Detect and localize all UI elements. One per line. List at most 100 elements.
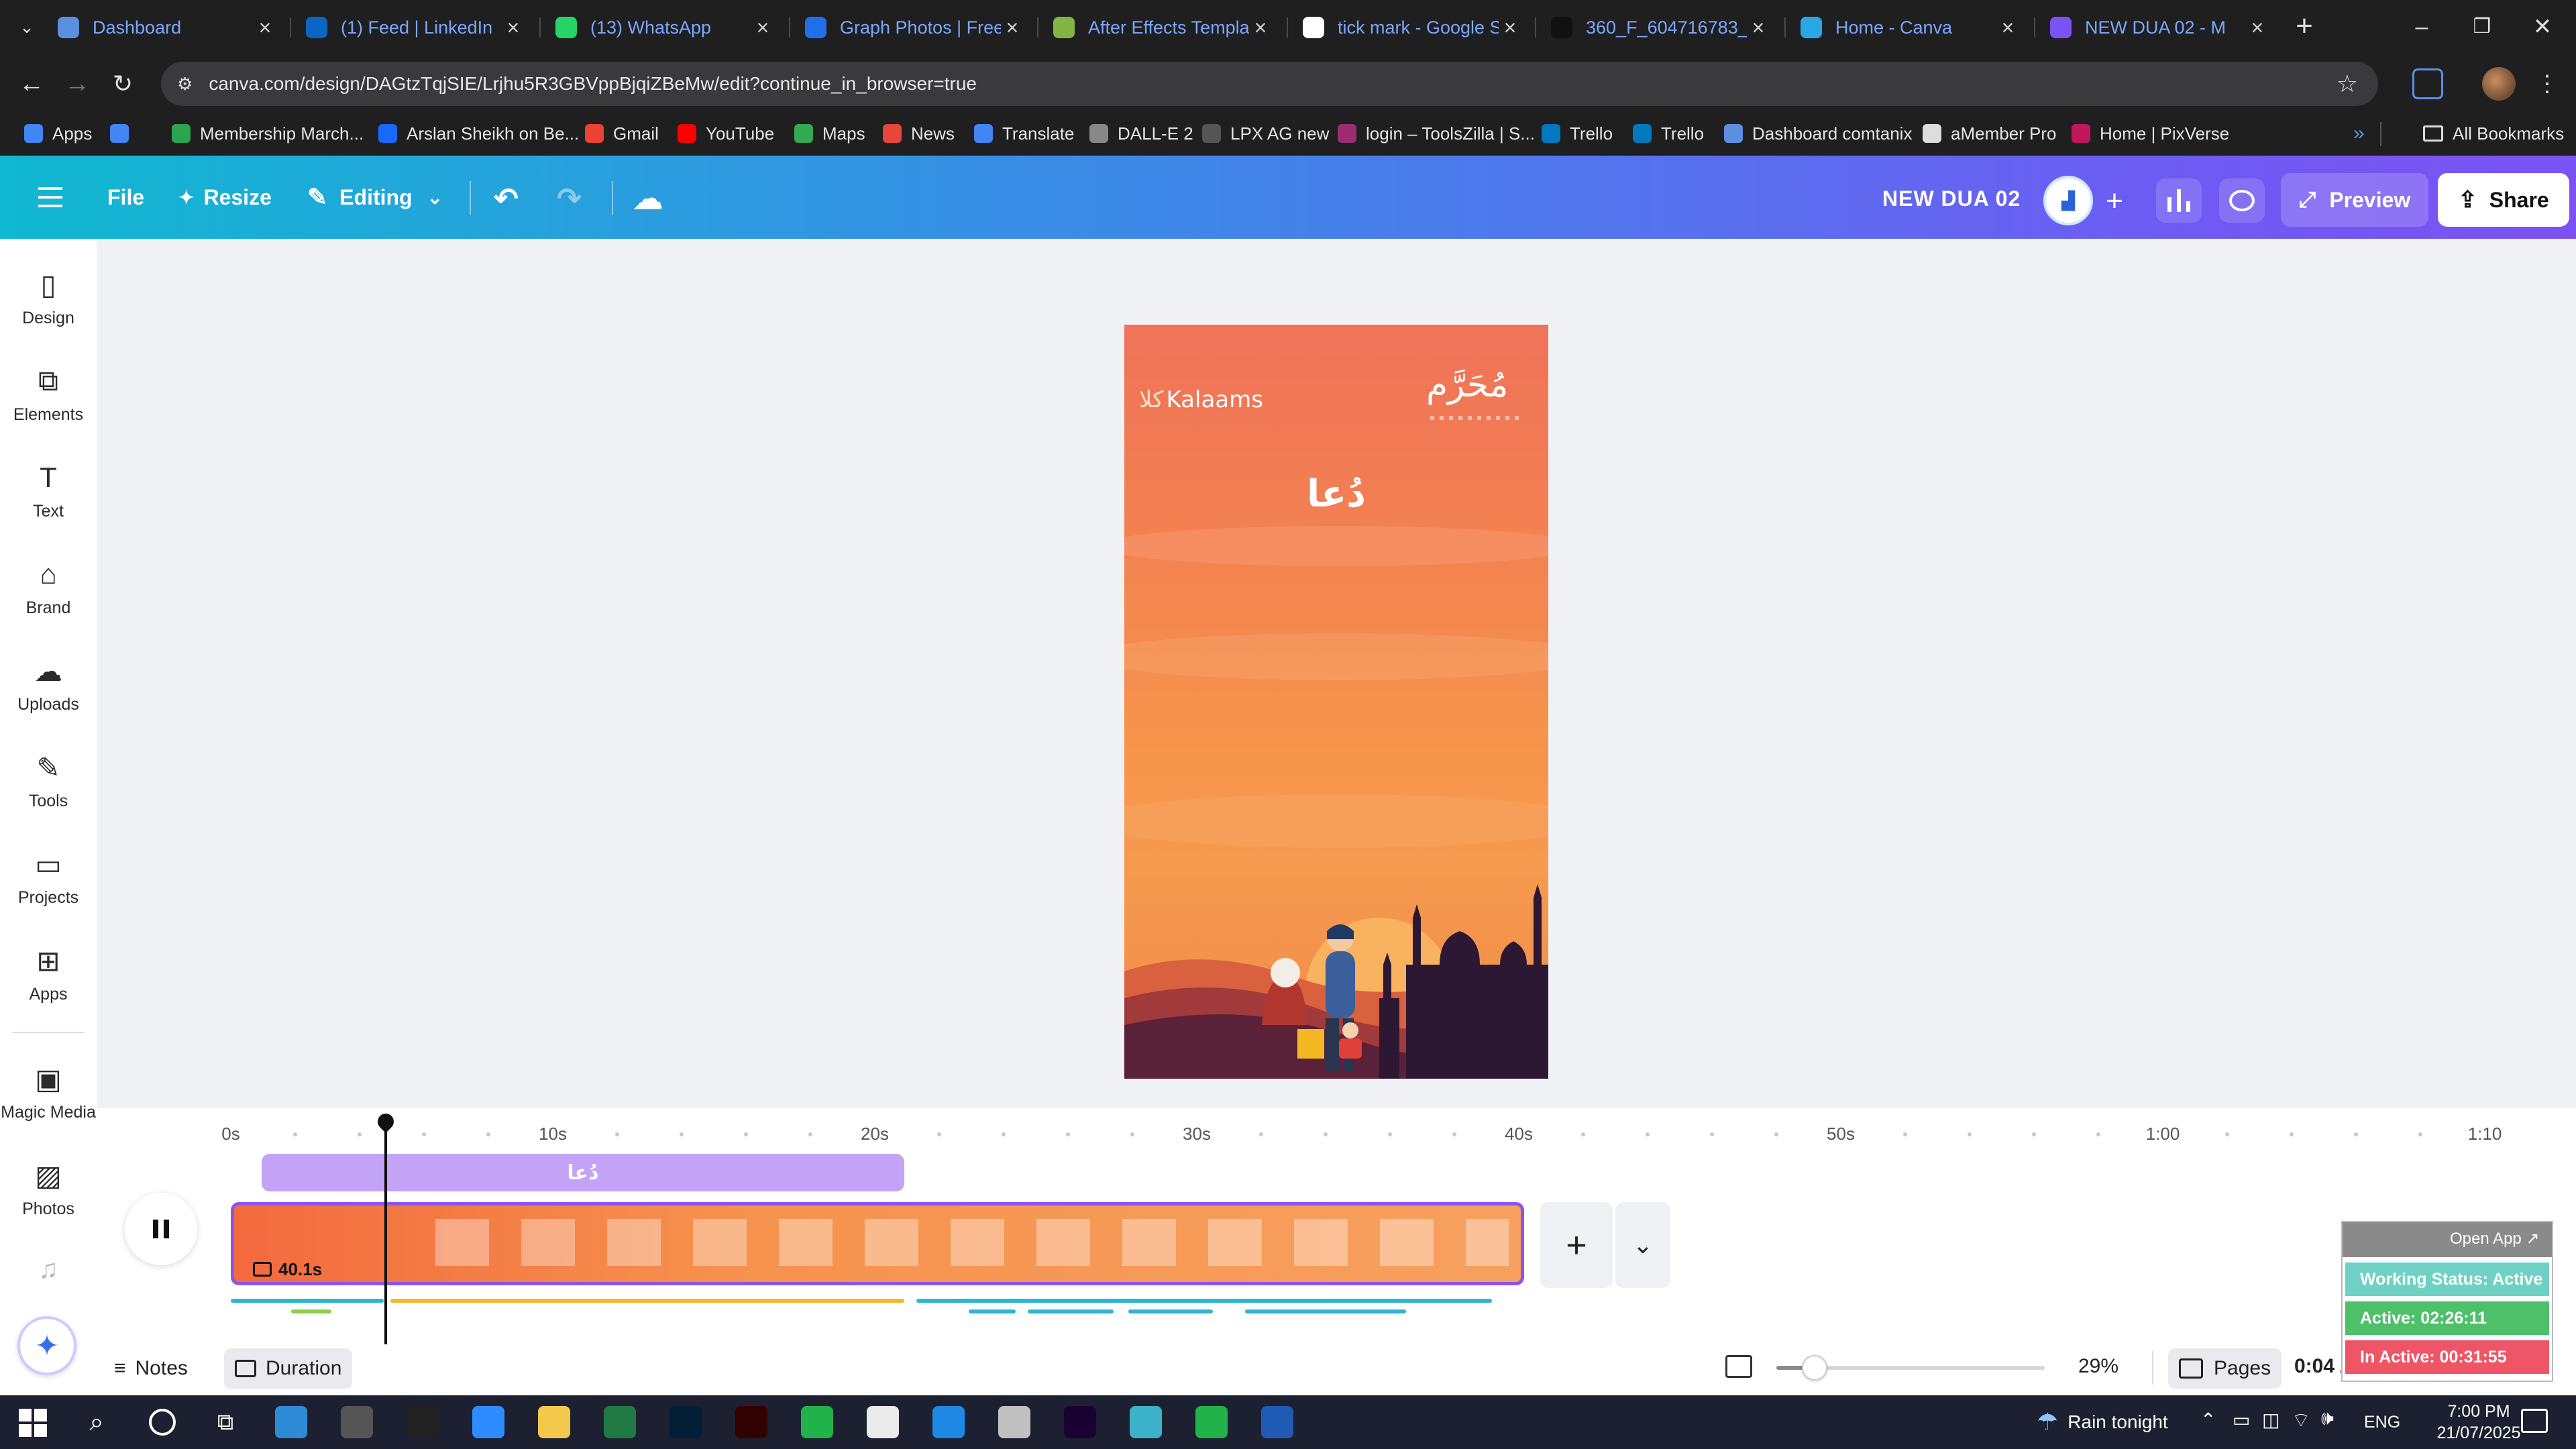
cortana-icon[interactable] bbox=[149, 1409, 176, 1436]
tray-expand-icon[interactable]: ⌃ bbox=[2200, 1409, 2216, 1431]
insights-button[interactable] bbox=[2156, 178, 2202, 223]
sidebar-item-magic-media[interactable]: ▣ Magic Media bbox=[0, 1063, 97, 1122]
audio-track[interactable]: دُعا bbox=[262, 1154, 904, 1191]
site-info-icon[interactable]: ⚙ bbox=[177, 74, 193, 95]
design-page[interactable]: كلا Kalaams مُحَرَّم دُعا bbox=[1124, 325, 1548, 1079]
browser-tab[interactable]: (13) WhatsApp × bbox=[541, 5, 789, 50]
close-tab-icon[interactable]: × bbox=[1747, 15, 1770, 40]
bookmark-item[interactable]: Arslan Sheikh on Be... bbox=[378, 111, 579, 156]
user-avatar[interactable]: ▟ bbox=[2043, 176, 2093, 225]
app-icon[interactable] bbox=[801, 1406, 833, 1438]
close-tab-icon[interactable]: × bbox=[502, 15, 525, 40]
chrome-icon[interactable] bbox=[867, 1406, 899, 1438]
bookmark-item[interactable]: Dashboard comtanix bbox=[1724, 111, 1912, 156]
zoom-slider[interactable] bbox=[1776, 1355, 2045, 1381]
playhead[interactable] bbox=[384, 1119, 387, 1344]
close-tab-icon[interactable]: × bbox=[254, 15, 276, 40]
clock[interactable]: 7:00 PM 21/07/2025 bbox=[2428, 1401, 2529, 1444]
resize-button[interactable]: ✦ Resize bbox=[178, 178, 272, 216]
premiere-icon[interactable] bbox=[1064, 1406, 1096, 1438]
terminal-icon[interactable] bbox=[407, 1406, 439, 1438]
sidebar-item-brand[interactable]: ⌂ Brand bbox=[0, 558, 97, 618]
close-window-button[interactable]: ✕ bbox=[2522, 7, 2563, 47]
audio-icon[interactable]: ♫ bbox=[34, 1254, 63, 1284]
volume-icon[interactable]: 🕪 bbox=[2321, 1407, 2334, 1430]
url-text[interactable]: canva.com/design/DAGtzTqjSIE/Lrjhu5R3GBV… bbox=[209, 73, 977, 95]
wifi-icon[interactable]: ⌔ bbox=[2292, 1407, 2310, 1433]
sidebar-item-projects[interactable]: ▭ Projects bbox=[0, 848, 97, 908]
network-icon[interactable]: ◫ bbox=[2262, 1409, 2279, 1431]
bookmark-star-icon[interactable]: ☆ bbox=[2337, 70, 2358, 98]
duration-button[interactable]: Duration bbox=[224, 1348, 353, 1389]
preview-button[interactable]: ⤢ Preview bbox=[2281, 173, 2428, 227]
tab-search-button[interactable]: ⌄ bbox=[13, 13, 40, 40]
reload-button[interactable]: ↻ bbox=[107, 68, 138, 99]
sidebar-item-uploads[interactable]: ☁ Uploads bbox=[0, 655, 97, 714]
expand-pages-button[interactable]: ⌄ bbox=[1615, 1202, 1670, 1288]
profile-avatar[interactable] bbox=[2482, 67, 2516, 101]
bookmark-item[interactable]: login – ToolsZilla | S... bbox=[1338, 111, 1535, 156]
editing-mode-dropdown[interactable]: ✎ Editing ⌄ bbox=[307, 178, 443, 216]
sidebar-item-design[interactable]: ▯ Design bbox=[0, 268, 97, 328]
browser-tab[interactable]: Home - Canva × bbox=[1786, 5, 2034, 50]
vscode-icon[interactable] bbox=[932, 1406, 965, 1438]
bookmark-item[interactable]: Trello bbox=[1633, 111, 1704, 156]
play-pause-button[interactable] bbox=[125, 1193, 197, 1265]
browser-tab[interactable]: (1) Feed | LinkedIn × bbox=[291, 5, 539, 50]
close-tab-icon[interactable]: × bbox=[2246, 15, 2269, 40]
task-view-icon[interactable]: ⧉ bbox=[211, 1409, 240, 1436]
weather-widget[interactable]: ☂ Rain tonight bbox=[2037, 1406, 2168, 1438]
bookmark-item[interactable]: Translate bbox=[974, 111, 1074, 156]
app-icon[interactable] bbox=[1130, 1406, 1162, 1438]
minimize-button[interactable]: – bbox=[2402, 7, 2442, 47]
open-app-link[interactable]: Open App ↗ bbox=[2450, 1229, 2540, 1248]
close-tab-icon[interactable]: × bbox=[1996, 15, 2019, 40]
meet-now-icon[interactable]: ▭ bbox=[2233, 1409, 2250, 1431]
bookmark-item[interactable]: DALL-E 2 bbox=[1089, 111, 1193, 156]
browser-menu-icon[interactable]: ⋮ bbox=[2536, 67, 2559, 101]
language-indicator[interactable]: ENG bbox=[2364, 1413, 2400, 1432]
bookmark-item[interactable]: Apps bbox=[24, 111, 92, 156]
photoshop-icon[interactable] bbox=[669, 1406, 702, 1438]
magic-assistant-button[interactable]: ✦ bbox=[17, 1316, 76, 1375]
browser-tab[interactable]: Dashboard × bbox=[43, 5, 291, 50]
notes-button[interactable]: ≡ Notes bbox=[114, 1350, 188, 1387]
bookmark-item[interactable]: YouTube bbox=[678, 111, 774, 156]
close-tab-icon[interactable]: × bbox=[751, 15, 774, 40]
restore-button[interactable]: ❐ bbox=[2462, 7, 2502, 47]
bookmark-item[interactable]: aMember Pro bbox=[1923, 111, 2057, 156]
browser-tab[interactable]: Graph Photos | Free d × bbox=[790, 5, 1038, 50]
back-button[interactable]: ← bbox=[16, 68, 47, 99]
address-bar[interactable]: ⚙ canva.com/design/DAGtzTqjSIE/Lrjhu5R3G… bbox=[161, 62, 2378, 106]
excel-icon[interactable] bbox=[604, 1406, 636, 1438]
forward-button[interactable]: → bbox=[62, 68, 93, 99]
illustrator-icon[interactable] bbox=[735, 1406, 767, 1438]
sidebar-item-elements[interactable]: ⧉ Elements bbox=[0, 365, 97, 425]
invite-plus-button[interactable]: + bbox=[2096, 182, 2133, 220]
close-tab-icon[interactable]: × bbox=[1499, 15, 1521, 40]
sidebar-item-photos[interactable]: ▨ Photos bbox=[0, 1159, 97, 1219]
bookmark-item[interactable]: Membership March... bbox=[172, 111, 364, 156]
notification-icon[interactable] bbox=[2521, 1409, 2548, 1433]
word-icon[interactable] bbox=[1261, 1406, 1293, 1438]
app-icon[interactable] bbox=[1195, 1406, 1228, 1438]
file-menu-button[interactable]: File bbox=[107, 178, 144, 216]
design-title[interactable]: NEW DUA 02 bbox=[1882, 180, 2021, 217]
browser-tab[interactable]: 360_F_604716783_1V× bbox=[1536, 5, 1784, 50]
pages-button[interactable]: Pages bbox=[2168, 1348, 2282, 1389]
main-menu-button[interactable] bbox=[34, 178, 67, 216]
extensions-icon[interactable] bbox=[2412, 68, 2443, 99]
more-bookmarks-icon[interactable]: » bbox=[2353, 111, 2365, 156]
chrome-active-icon[interactable] bbox=[998, 1406, 1030, 1438]
cloud-saved-icon[interactable]: ☁ bbox=[633, 180, 663, 217]
bookmark-item[interactable]: Home | PixVerse bbox=[2072, 111, 2229, 156]
bookmark-item[interactable] bbox=[110, 111, 138, 156]
bookmark-item[interactable]: News bbox=[883, 111, 955, 156]
sidebar-item-text[interactable]: T Text bbox=[0, 462, 97, 521]
new-tab-button[interactable]: + bbox=[2288, 9, 2321, 43]
video-clip[interactable]: 40.1s bbox=[231, 1202, 1524, 1285]
bookmark-item[interactable]: Gmail bbox=[585, 111, 659, 156]
design-title-arabic[interactable]: دُعا bbox=[1124, 472, 1548, 516]
bookmark-item[interactable]: Trello bbox=[1542, 111, 1613, 156]
redo-button[interactable]: ↷ bbox=[557, 180, 582, 217]
